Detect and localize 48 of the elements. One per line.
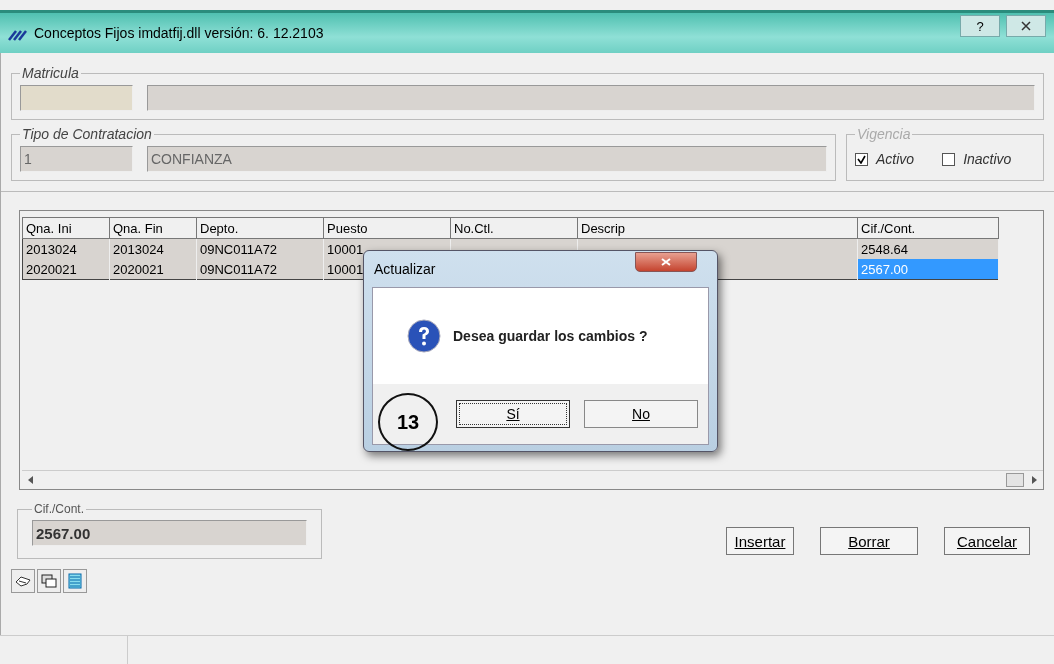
group-label: Tipo de Contratacion xyxy=(21,126,153,142)
dialog-message: Desea guardar los cambios ? xyxy=(453,328,648,344)
table-cell: 2020021 xyxy=(22,259,110,280)
windows-icon xyxy=(41,574,57,588)
column-header[interactable]: Qna. Ini xyxy=(22,217,110,239)
matricula-name-field[interactable] xyxy=(147,85,1035,111)
checkbox-label: Activo xyxy=(876,151,915,167)
cif-cont-field[interactable]: 2567.00 xyxy=(32,520,307,546)
tipo-code-field[interactable]: 1 xyxy=(20,146,133,172)
table-cell: 09NC011A72 xyxy=(196,259,324,280)
column-header[interactable]: Depto. xyxy=(196,217,324,239)
scroll-thumb[interactable] xyxy=(1006,473,1024,487)
horizontal-scrollbar[interactable] xyxy=(22,470,1043,489)
action-button[interactable]: Insertar xyxy=(726,527,794,555)
right-arrow-icon xyxy=(1032,476,1037,484)
matricula-code-field[interactable] xyxy=(20,85,133,111)
checkbox-label: Inactivo xyxy=(963,151,1012,167)
dialog-close-button[interactable] xyxy=(635,252,697,272)
column-header[interactable]: No.Ctl. xyxy=(450,217,578,239)
action-button[interactable]: Cancelar xyxy=(944,527,1030,555)
dialog-button[interactable]: No xyxy=(584,400,698,428)
left-arrow-icon xyxy=(28,476,33,484)
toolbar-button[interactable] xyxy=(11,569,35,593)
column-header[interactable]: Descrip xyxy=(577,217,858,239)
table-cell: 2020021 xyxy=(109,259,197,280)
list-icon xyxy=(68,573,82,589)
column-header[interactable]: Cif./Cont. xyxy=(857,217,999,239)
close-icon xyxy=(661,258,671,266)
dialog-button[interactable]: Sí xyxy=(456,400,570,428)
group-label: Matricula xyxy=(21,65,80,81)
table-cell: 2013024 xyxy=(22,238,110,259)
checkbox[interactable] xyxy=(855,152,868,166)
group-label: Vigencia xyxy=(856,126,912,142)
question-icon xyxy=(407,319,441,353)
step-number-annotation: 13 xyxy=(378,393,438,451)
close-icon xyxy=(1021,21,1031,31)
action-button[interactable]: Borrar xyxy=(820,527,918,555)
help-button[interactable]: ? xyxy=(960,15,1000,37)
checkbox[interactable] xyxy=(942,152,956,166)
window-title: Conceptos Fijos imdatfij.dll versión: 6. 12.2103 xyxy=(34,25,325,41)
group-label: Cif./Cont. xyxy=(33,502,85,516)
dialog-title: Actualizar xyxy=(374,261,436,277)
close-button[interactable] xyxy=(1006,15,1046,37)
tipo-name-field[interactable]: CONFIANZA xyxy=(147,146,827,172)
hand-icon xyxy=(15,574,31,588)
table-cell: 2567.00 xyxy=(857,259,999,280)
column-header[interactable]: Puesto xyxy=(323,217,451,239)
column-header[interactable]: Qna. Fin xyxy=(109,217,197,239)
